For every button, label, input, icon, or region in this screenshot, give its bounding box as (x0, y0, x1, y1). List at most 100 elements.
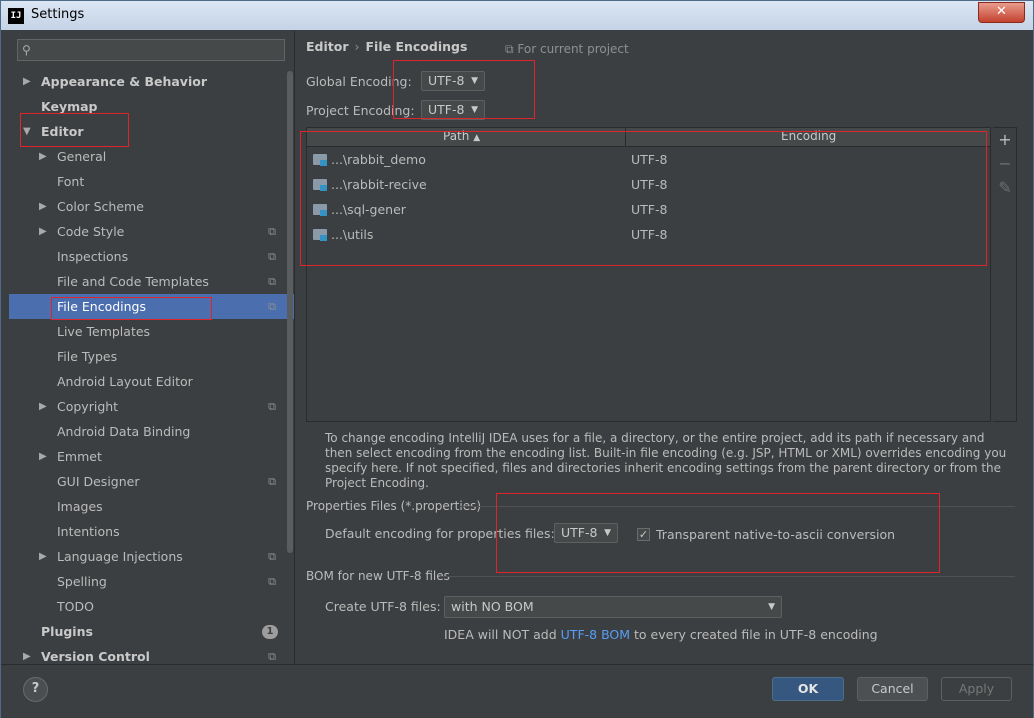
apply-button[interactable]: Apply (941, 677, 1012, 701)
module-folder-icon (313, 179, 327, 191)
path-cell: ...\utils (331, 227, 374, 242)
path-cell: ...\rabbit_demo (331, 152, 426, 167)
module-folder-icon (313, 229, 327, 241)
sidebar-item-general[interactable]: ▶ General (9, 144, 294, 169)
collapsed-arrow-icon[interactable]: ▶ (39, 194, 47, 219)
sidebar-item-label: File Encodings (57, 299, 147, 314)
remove-path-button[interactable]: − (997, 154, 1013, 173)
sidebar-item-android-data-binding[interactable]: Android Data Binding (9, 419, 294, 444)
encoding-table[interactable]: Path ▲ Encoding ...\rabbit_demo UTF-8 ...\… (306, 127, 991, 422)
sidebar-item-label: Keymap (41, 99, 98, 114)
column-header-encoding[interactable]: Encoding (781, 129, 836, 143)
table-row[interactable]: ...\sql-gener UTF-8 (307, 197, 990, 222)
cancel-button[interactable]: Cancel (857, 677, 928, 701)
sidebar-scrollbar[interactable] (287, 71, 293, 553)
sidebar-item-label: GUI Designer (57, 474, 140, 489)
sidebar-item-inspections[interactable]: Inspections ⧉ (9, 244, 294, 269)
module-folder-icon (313, 154, 327, 166)
encoding-cell[interactable]: UTF-8 (631, 147, 667, 172)
properties-default-encoding-label: Default encoding for properties files: (325, 526, 555, 541)
help-button[interactable]: ? (23, 677, 48, 702)
project-level-icon: ⧉ (268, 475, 276, 488)
sidebar-item-file-encodings[interactable]: File Encodings ⧉ (9, 294, 294, 319)
column-header-path[interactable]: Path ▲ (443, 129, 480, 143)
add-path-button[interactable]: + (997, 130, 1013, 149)
encoding-cell[interactable]: UTF-8 (631, 172, 667, 197)
sidebar-item-label: Copyright (57, 399, 119, 414)
properties-encoding-select[interactable]: UTF-8 ▼ (554, 523, 618, 543)
project-encoding-select[interactable]: UTF-8 ▼ (421, 100, 485, 120)
sidebar-item-emmet[interactable]: ▶ Emmet (9, 444, 294, 469)
ok-button[interactable]: OK (772, 677, 844, 701)
properties-section-title: Properties Files (*.properties) (306, 499, 482, 513)
section-divider (440, 576, 1015, 577)
module-folder-icon (313, 204, 327, 216)
bom-note: IDEA will NOT add UTF-8 BOM to every cre… (444, 627, 878, 642)
table-row[interactable]: ...\rabbit_demo UTF-8 (307, 147, 990, 172)
sidebar-item-language-injections[interactable]: ▶ Language Injections ⧉ (9, 544, 294, 569)
table-row[interactable]: ...\rabbit-recive UTF-8 (307, 172, 990, 197)
column-divider[interactable] (625, 128, 626, 146)
transparent-conversion-label: Transparent native-to-ascii conversion (656, 527, 896, 542)
sidebar-item-editor[interactable]: ▼ Editor (9, 119, 294, 144)
encoding-cell[interactable]: UTF-8 (631, 222, 667, 247)
collapsed-arrow-icon[interactable]: ▶ (39, 394, 47, 419)
sidebar-item-file-types[interactable]: File Types (9, 344, 294, 369)
sidebar-item-images[interactable]: Images (9, 494, 294, 519)
collapsed-arrow-icon[interactable]: ▶ (39, 219, 47, 244)
sidebar-item-label: Appearance & Behavior (41, 74, 207, 89)
utf8-bom-link[interactable]: UTF-8 BOM (561, 627, 630, 642)
file-encodings-panel: Editor › File Encodings ⧉ For current proj… (294, 31, 1028, 664)
close-window-button[interactable]: ✕ (978, 2, 1025, 23)
sidebar-item-label: Editor (41, 124, 84, 139)
project-level-icon: ⧉ (268, 275, 276, 288)
sidebar-item-label: Spelling (57, 574, 107, 589)
bom-note-prefix: IDEA will NOT add (444, 627, 561, 642)
title-bar: IJ Settings ✕ (1, 1, 1033, 30)
collapsed-arrow-icon[interactable]: ▶ (39, 144, 47, 169)
sidebar-item-label: Code Style (57, 224, 125, 239)
sidebar-item-intentions[interactable]: Intentions (9, 519, 294, 544)
sidebar-item-appearance-behavior[interactable]: ▶ Appearance & Behavior (9, 69, 294, 94)
project-level-icon: ⧉ (268, 300, 276, 313)
transparent-conversion-checkbox[interactable]: ✓ (637, 528, 650, 541)
create-utf8-files-select[interactable]: with NO BOM ▼ (444, 596, 782, 618)
bom-note-suffix: to every created file in UTF-8 encoding (630, 627, 878, 642)
collapsed-arrow-icon[interactable]: ▶ (39, 444, 47, 469)
collapsed-arrow-icon[interactable]: ▶ (39, 544, 47, 569)
sidebar-item-plugins[interactable]: Plugins 1 (9, 619, 294, 644)
sidebar-item-todo[interactable]: TODO (9, 594, 294, 619)
path-cell: ...\sql-gener (331, 202, 406, 217)
sidebar-item-label: Live Templates (57, 324, 151, 339)
global-encoding-select[interactable]: UTF-8 ▼ (421, 71, 485, 91)
sidebar-item-code-style[interactable]: ▶ Code Style ⧉ (9, 219, 294, 244)
sidebar-item-label: Android Layout Editor (57, 374, 193, 389)
sidebar-item-label: Color Scheme (57, 199, 144, 214)
sidebar-item-label: Font (57, 174, 85, 189)
sidebar-item-live-templates[interactable]: Live Templates (9, 319, 294, 344)
sidebar-item-color-scheme[interactable]: ▶ Color Scheme (9, 194, 294, 219)
settings-search-input[interactable]: ⚲ (17, 39, 285, 61)
sidebar-item-label: Emmet (57, 449, 102, 464)
edit-path-button[interactable]: ✎ (997, 178, 1013, 197)
intellij-app-icon: IJ (8, 8, 24, 24)
sidebar-item-label: General (57, 149, 107, 164)
settings-sidebar: ⚲ ▶ Appearance & Behavior Keymap ▼ Editor ▶ Ge… (9, 31, 294, 664)
sidebar-item-android-layout-editor[interactable]: Android Layout Editor (9, 369, 294, 394)
encoding-cell[interactable]: UTF-8 (631, 197, 667, 222)
sidebar-item-copyright[interactable]: ▶ Copyright ⧉ (9, 394, 294, 419)
path-cell: ...\rabbit-recive (331, 177, 427, 192)
window-title: Settings (31, 7, 85, 22)
collapsed-arrow-icon[interactable]: ▶ (23, 69, 31, 94)
sidebar-item-gui-designer[interactable]: GUI Designer ⧉ (9, 469, 294, 494)
sidebar-item-spelling[interactable]: Spelling ⧉ (9, 569, 294, 594)
sidebar-item-file-and-code-templates[interactable]: File and Code Templates ⧉ (9, 269, 294, 294)
sidebar-item-label: Inspections (57, 249, 129, 264)
sidebar-item-font[interactable]: Font (9, 169, 294, 194)
expanded-arrow-icon[interactable]: ▼ (23, 119, 31, 144)
sidebar-item-keymap[interactable]: Keymap (9, 94, 294, 119)
project-encoding-value: UTF-8 (428, 102, 465, 117)
settings-tree: ▶ Appearance & Behavior Keymap ▼ Editor ▶ Gene… (9, 69, 294, 669)
breadcrumb: Editor › File Encodings (306, 39, 467, 54)
table-row[interactable]: ...\utils UTF-8 (307, 222, 990, 247)
